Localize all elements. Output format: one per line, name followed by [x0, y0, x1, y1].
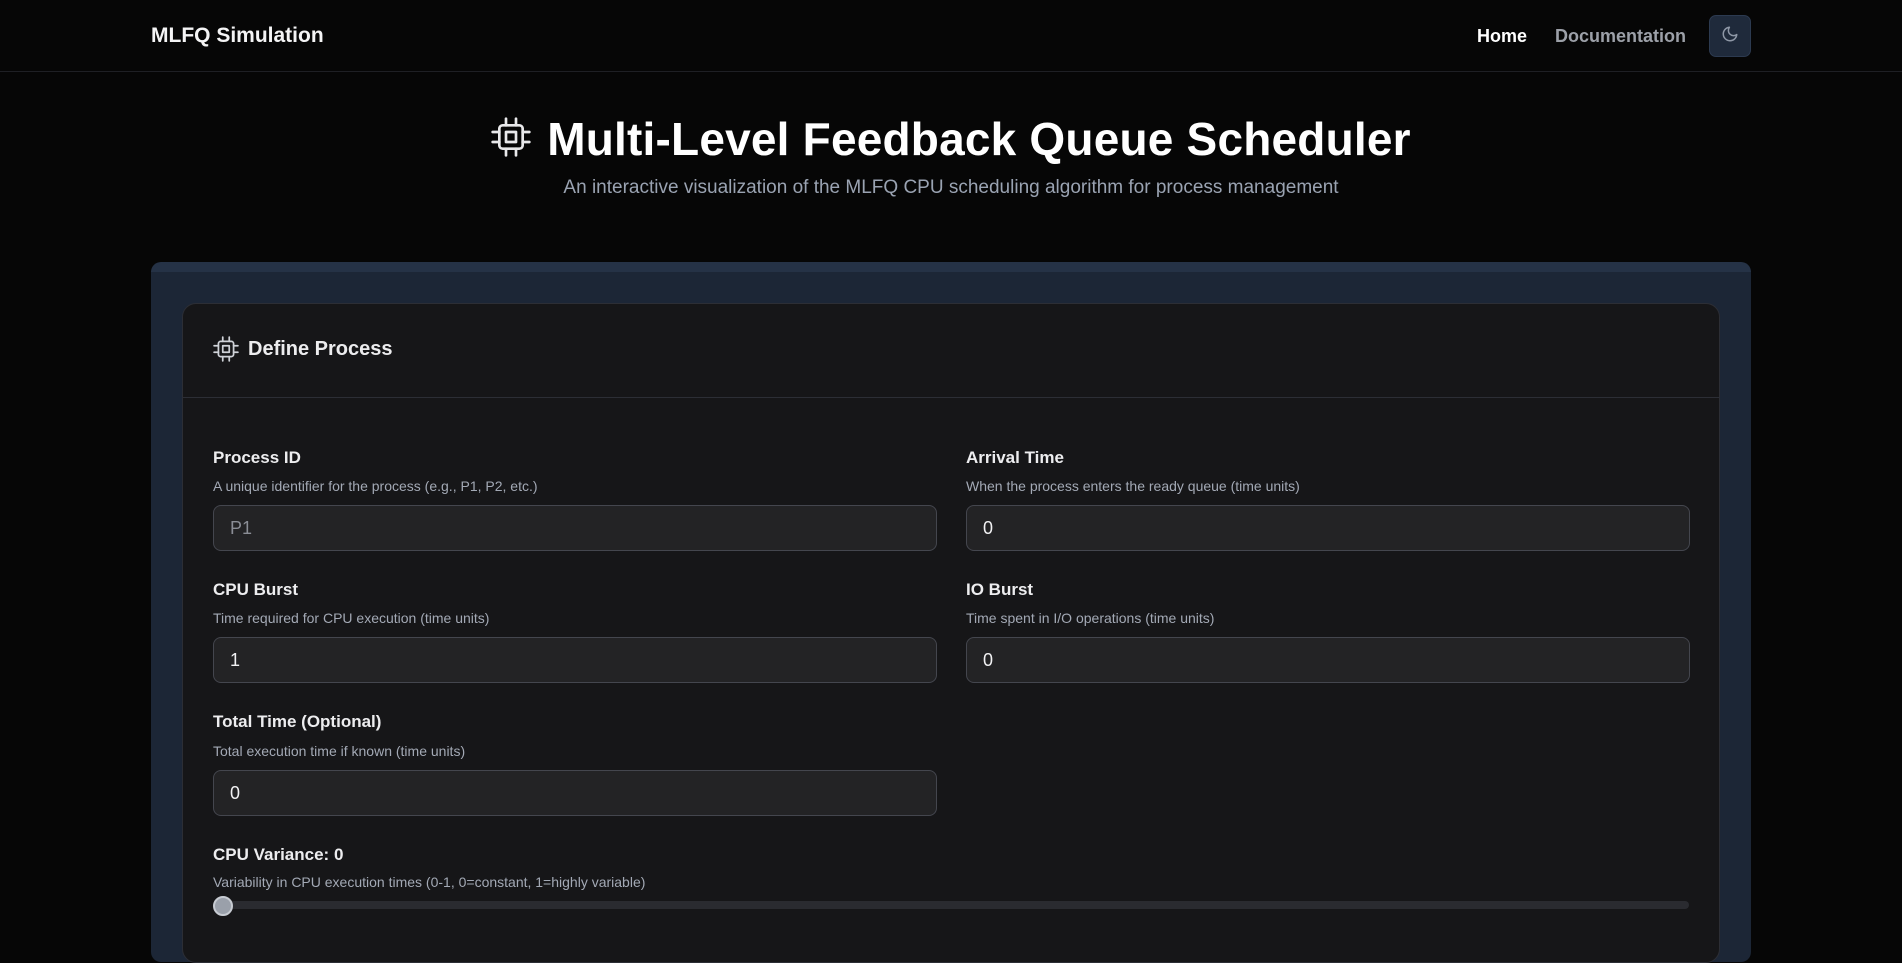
define-process-card: Define Process Process ID A unique ident…	[182, 303, 1720, 963]
cpu-variance-slider-thumb[interactable]	[213, 896, 233, 916]
cpu-variance-label: CPU Variance: 0	[213, 845, 344, 864]
cpu-variance-slider-track[interactable]	[213, 901, 1689, 909]
nav-link-documentation[interactable]: Documentation	[1555, 26, 1686, 47]
hero-header: Multi-Level Feedback Queue Scheduler	[0, 112, 1902, 166]
cpu-burst-input[interactable]	[213, 637, 937, 683]
cpu-icon	[491, 116, 531, 162]
cpu-icon	[213, 336, 239, 367]
page-subtitle: An interactive visualization of the MLFQ…	[563, 177, 1339, 198]
process-id-help: A unique identifier for the process (e.g…	[213, 478, 538, 494]
arrival-time-help: When the process enters the ready queue …	[966, 478, 1300, 494]
process-id-label: Process ID	[213, 448, 301, 467]
arrival-time-input[interactable]	[966, 505, 1690, 551]
io-burst-label: IO Burst	[966, 580, 1034, 599]
top-navbar: MLFQ Simulation Home Documentation	[0, 0, 1902, 72]
page-title: Multi-Level Feedback Queue Scheduler	[547, 113, 1411, 165]
card-title: Define Process	[248, 338, 393, 360]
arrival-time-label: Arrival Time	[966, 448, 1064, 467]
nav-link-home[interactable]: Home	[1477, 26, 1527, 47]
total-time-input[interactable]	[213, 770, 937, 816]
cpu-variance-help: Variability in CPU execution times (0-1,…	[213, 874, 646, 890]
card-header: Define Process	[183, 304, 1719, 398]
brand-logo-text[interactable]: MLFQ Simulation	[151, 24, 324, 48]
cpu-burst-help: Time required for CPU execution (time un…	[213, 610, 490, 626]
total-time-label: Total Time (Optional)	[213, 712, 382, 731]
theme-toggle-button[interactable]	[1709, 15, 1751, 57]
moon-icon	[1721, 25, 1739, 48]
io-burst-help: Time spent in I/O operations (time units…	[966, 610, 1215, 626]
total-time-help: Total execution time if known (time unit…	[213, 743, 466, 759]
cpu-burst-label: CPU Burst	[213, 580, 299, 599]
process-id-input[interactable]	[213, 505, 937, 551]
io-burst-input[interactable]	[966, 637, 1690, 683]
